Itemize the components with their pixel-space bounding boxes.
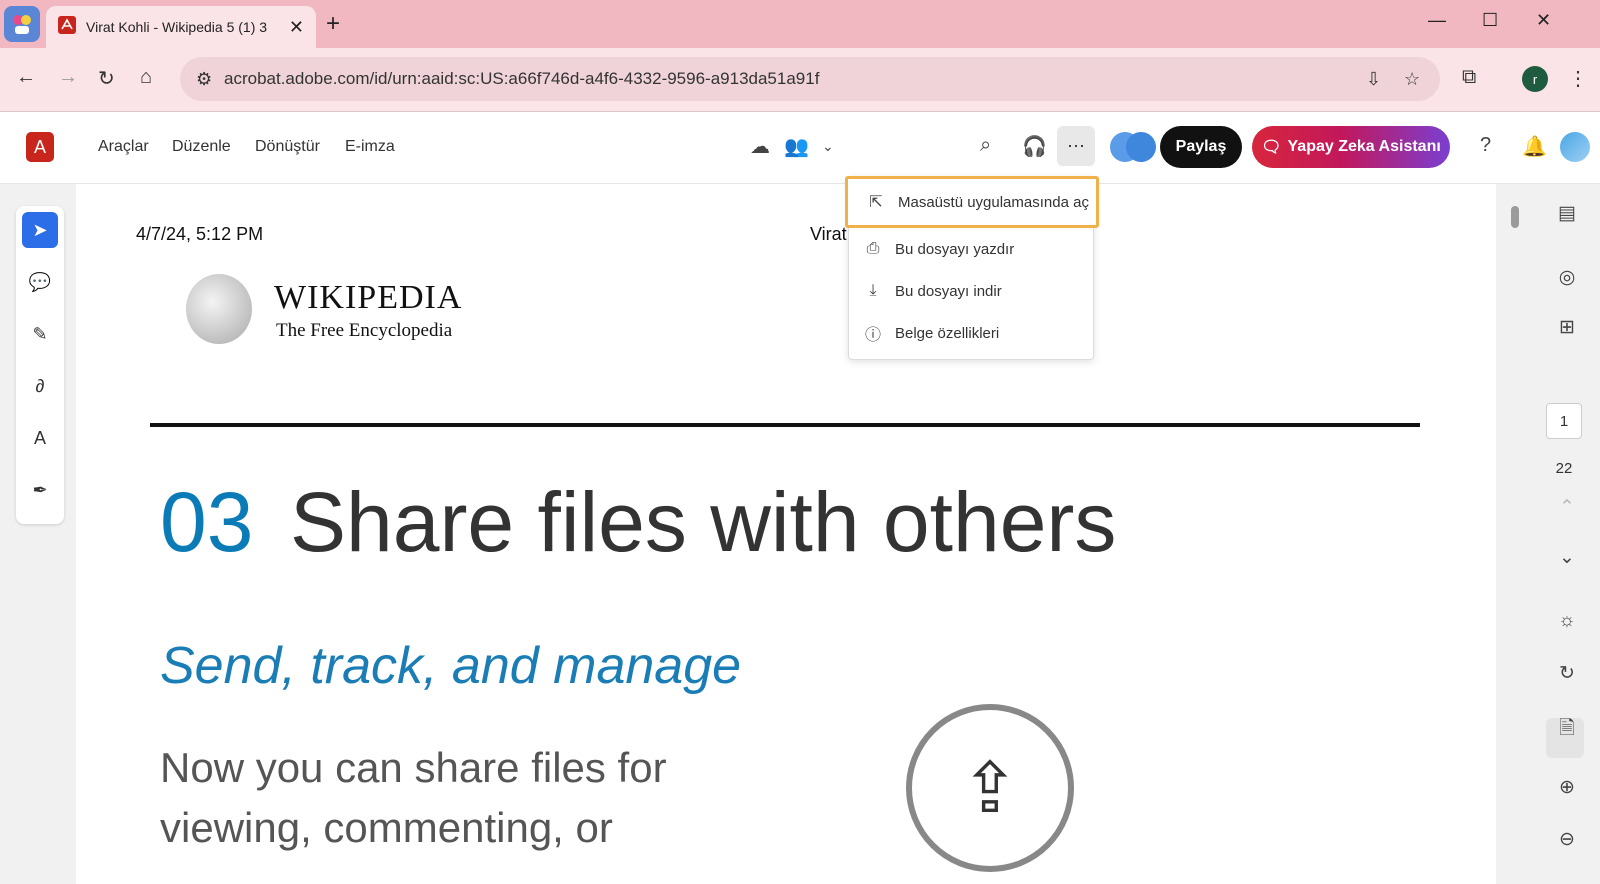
- text-select-tool-icon[interactable]: A: [22, 420, 58, 456]
- tool-rail: ➤ 💬 ✎ ∂ A ✒: [16, 206, 64, 524]
- collaborators-icon[interactable]: [1110, 132, 1156, 162]
- browser-menu-icon[interactable]: ⋮: [1568, 66, 1588, 91]
- ai-chat-icon: 🗨: [1261, 139, 1282, 156]
- right-rail: ▤ ◎ ⊞ 1 22 ⌃ ⌄ ☼ ↻ 🗎 ⊕ ⊖: [1534, 184, 1600, 884]
- cloud-icon[interactable]: ☁: [750, 134, 770, 159]
- more-options-button[interactable]: ⋯: [1057, 126, 1095, 166]
- more-options-menu: ⇱ Masaüstü uygulamasında aç ⎙ Bu dosyayı…: [845, 176, 1099, 360]
- body-line: Now you can share files for: [160, 744, 667, 791]
- tab-title: Virat Kohli - Wikipedia 5 (1) 3: [86, 19, 268, 35]
- share-upload-icon: ⇪: [906, 704, 1074, 872]
- rotate-icon[interactable]: ↻: [1552, 662, 1582, 685]
- menu-item-print[interactable]: ⎙ Bu dosyayı yazdır: [849, 229, 1095, 269]
- acrobat-toolbar: A Araçlar Düzenle Dönüştür E-imza ☁ 👥 ⌄ …: [0, 112, 1600, 184]
- pdf-page: 4/7/24, 5:12 PM Virat WIKIPEDIA The Free…: [76, 184, 1496, 884]
- section-subtitle: Send, track, and manage: [160, 637, 742, 695]
- url-field[interactable]: ⚙ acrobat.adobe.com/id/urn:aaid:sc:US:a6…: [180, 57, 1440, 101]
- people-icon[interactable]: 👥: [784, 134, 809, 159]
- menu-edit[interactable]: Düzenle: [172, 138, 231, 156]
- menu-convert[interactable]: Dönüştür: [255, 138, 320, 156]
- menu-item-properties[interactable]: ⓘ Belge özellikleri: [849, 313, 1095, 353]
- previous-page-icon[interactable]: ⌃: [1552, 496, 1582, 519]
- acrobat-favicon-icon: [58, 15, 76, 39]
- comment-tool-icon[interactable]: 💬: [22, 264, 58, 300]
- menu-item-download[interactable]: ⤓ Bu dosyayı indir: [849, 271, 1095, 311]
- ai-assistant-button[interactable]: 🗨 Yapay Zeka Asistanı: [1252, 126, 1450, 168]
- menu-item-label: Bu dosyayı indir: [895, 282, 1002, 300]
- share-button[interactable]: Paylaş: [1160, 126, 1242, 168]
- menu-item-open-desktop[interactable]: ⇱ Masaüstü uygulamasında aç: [845, 176, 1099, 228]
- acrobat-logo-icon[interactable]: A: [26, 132, 54, 162]
- horizontal-rule: [150, 423, 1420, 427]
- profile-avatar[interactable]: r: [1522, 66, 1548, 92]
- thumbnails-icon[interactable]: ⊞: [1552, 316, 1582, 339]
- doc-print-date: 4/7/24, 5:12 PM: [136, 224, 264, 244]
- page-view-icon: 🗎: [1559, 718, 1575, 739]
- open-external-icon: ⇱: [869, 194, 883, 211]
- menu-item-label: Belge özellikleri: [895, 324, 1000, 342]
- reload-icon[interactable]: ↻: [98, 66, 115, 91]
- headphones-icon[interactable]: 🎧: [1022, 134, 1047, 159]
- maximize-icon[interactable]: ☐: [1482, 10, 1498, 31]
- doc-print-title: Virat: [810, 224, 847, 244]
- document-scrollbar[interactable]: [1508, 192, 1522, 882]
- lasso-tool-icon[interactable]: ∂: [22, 368, 58, 404]
- current-page-field[interactable]: 1: [1546, 403, 1582, 439]
- dark-mode-icon[interactable]: ☼: [1552, 610, 1582, 632]
- wikipedia-wordmark: WIKIPEDIA: [274, 279, 463, 316]
- menu-tools[interactable]: Araçlar: [98, 138, 149, 156]
- browser-address-bar: ← → ↻ ⌂ ⚙ acrobat.adobe.com/id/urn:aaid:…: [0, 48, 1600, 112]
- back-icon[interactable]: ←: [16, 66, 36, 89]
- highlight-tool-icon[interactable]: ✎: [22, 316, 58, 352]
- bookmark-star-icon[interactable]: ☆: [1404, 69, 1420, 90]
- menu-esign[interactable]: E-imza: [345, 138, 395, 156]
- sign-tool-icon[interactable]: ✒: [22, 472, 58, 508]
- print-icon: ⎙: [866, 240, 880, 257]
- close-window-icon[interactable]: ✕: [1536, 10, 1551, 31]
- select-tool-icon[interactable]: ➤: [22, 212, 58, 248]
- section-number: 03: [160, 475, 254, 569]
- wikipedia-tagline: The Free Encyclopedia: [276, 320, 453, 341]
- comments-panel-icon[interactable]: ◎: [1552, 266, 1582, 289]
- site-settings-icon[interactable]: ⚙: [196, 69, 212, 90]
- section-title: Share files with others: [290, 475, 1117, 569]
- app-icon[interactable]: [4, 6, 40, 42]
- ai-summary-icon[interactable]: ▤: [1552, 202, 1582, 225]
- search-icon[interactable]: ⌕: [980, 134, 991, 157]
- browser-tab-strip: Virat Kohli - Wikipedia 5 (1) 3 ✕ + — ☐ …: [0, 0, 1600, 48]
- user-avatar[interactable]: [1560, 132, 1590, 162]
- next-page-icon[interactable]: ⌄: [1552, 546, 1582, 569]
- scroll-thumb[interactable]: [1511, 206, 1519, 228]
- help-icon[interactable]: ?: [1480, 134, 1491, 157]
- wikipedia-globe-logo: [186, 274, 252, 344]
- chevron-down-icon[interactable]: ⌄: [822, 138, 834, 155]
- download-icon: ⤓: [869, 282, 877, 299]
- install-app-icon[interactable]: ⇩: [1366, 69, 1381, 90]
- browser-tab-active[interactable]: Virat Kohli - Wikipedia 5 (1) 3 ✕: [46, 6, 316, 48]
- info-icon: ⓘ: [864, 327, 881, 344]
- ai-assistant-label: Yapay Zeka Asistanı: [1287, 138, 1441, 155]
- extensions-icon[interactable]: ⧉: [1462, 66, 1476, 89]
- menu-item-label: Bu dosyayı yazdır: [895, 240, 1015, 258]
- zoom-out-icon[interactable]: ⊖: [1552, 828, 1582, 851]
- tab-close-icon[interactable]: ✕: [289, 17, 304, 38]
- bell-icon[interactable]: 🔔: [1522, 134, 1547, 159]
- body-line: viewing, commenting, or: [160, 804, 613, 851]
- forward-icon[interactable]: →: [58, 66, 78, 89]
- menu-item-label: Masaüstü uygulamasında aç: [898, 193, 1089, 211]
- new-tab-icon[interactable]: +: [326, 10, 340, 38]
- minimize-icon[interactable]: —: [1428, 10, 1446, 31]
- total-pages: 22: [1555, 460, 1573, 477]
- home-icon[interactable]: ⌂: [140, 66, 152, 89]
- url-text: acrobat.adobe.com/id/urn:aaid:sc:US:a66f…: [224, 69, 820, 88]
- zoom-in-icon[interactable]: ⊕: [1552, 776, 1582, 799]
